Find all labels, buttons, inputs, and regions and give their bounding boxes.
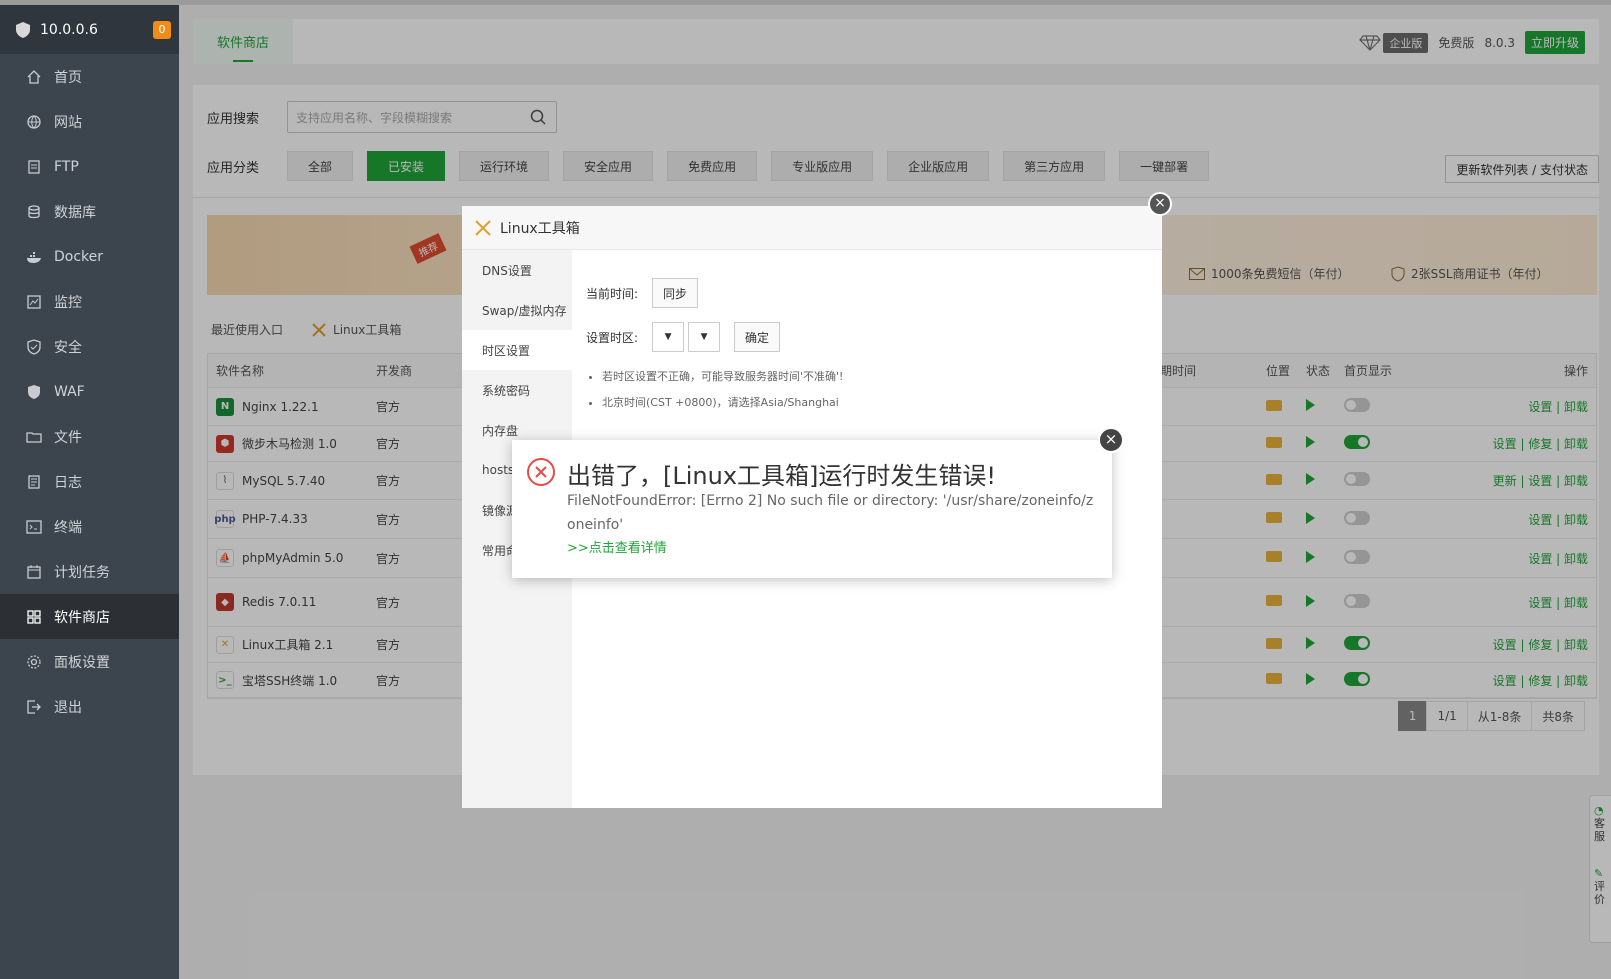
database-icon (26, 204, 42, 220)
ftp-icon (26, 159, 42, 175)
globe-icon (26, 114, 42, 130)
sidebar-item-label: 终端 (54, 519, 82, 536)
sidebar-item-shield[interactable]: 安全 (0, 324, 179, 369)
logout-icon (26, 699, 42, 715)
sync-button[interactable]: 同步 (652, 278, 699, 308)
tools-icon (475, 219, 491, 236)
sidebar-item-logout[interactable]: 退出 (0, 684, 179, 729)
error-close-button[interactable]: × (1098, 427, 1124, 453)
toolbox-menu-item[interactable]: Swap/虚拟内存 (462, 290, 572, 330)
sidebar-item-label: 计划任务 (54, 564, 110, 581)
sidebar-item-label: 退出 (54, 699, 82, 716)
sidebar-item-label: 首页 (54, 69, 82, 86)
sidebar-item-label: 软件商店 (54, 609, 110, 626)
sidebar-item-ftp[interactable]: FTP (0, 144, 179, 189)
log-icon (26, 474, 42, 490)
shield-icon (26, 338, 42, 355)
timezone-row: 设置时区: ▼ ▼ 确定 (586, 322, 1148, 352)
timezone-region-select[interactable]: ▼ (652, 322, 685, 352)
terminal-icon (26, 519, 42, 535)
gear-icon (26, 654, 42, 670)
sidebar-item-terminal[interactable]: 终端 (0, 504, 179, 549)
home-icon (26, 69, 42, 85)
sidebar-item-log[interactable]: 日志 (0, 459, 179, 504)
sidebar: 10.0.0.6 0 首页网站 FTP 数据库 Docker 监控安全 WAF 文件日志终端… (0, 5, 179, 979)
sidebar-item-label: 文件 (54, 429, 82, 446)
toolbox-close-button[interactable]: × (1148, 192, 1172, 216)
sidebar-item-waf[interactable]: WAF (0, 369, 179, 414)
sidebar-item-label: WAF (54, 383, 85, 400)
current-time-row: 当前时间: 同步 (586, 278, 1148, 308)
sidebar-item-grid[interactable]: 软件商店 (0, 594, 179, 639)
sidebar-item-label: 数据库 (54, 204, 96, 221)
sidebar-item-label: 监控 (54, 294, 82, 311)
timezone-city-select[interactable]: ▼ (688, 322, 721, 352)
sidebar-item-calendar[interactable]: 计划任务 (0, 549, 179, 594)
confirm-button[interactable]: 确定 (734, 322, 781, 352)
sidebar-item-label: 网站 (54, 114, 82, 131)
monitor-icon (26, 294, 42, 310)
notification-badge[interactable]: 0 (153, 21, 171, 39)
error-title: 出错了，[Linux工具箱]运行时发生错误! (567, 462, 997, 490)
sidebar-item-home[interactable]: 首页 (0, 54, 179, 99)
timezone-label: 设置时区: (586, 330, 639, 345)
toolbox-menu-item[interactable]: DNS设置 (462, 250, 572, 290)
sidebar-item-label: 安全 (54, 339, 82, 356)
sidebar-item-folder[interactable]: 文件 (0, 414, 179, 459)
folder-icon (26, 429, 42, 445)
grid-icon (26, 609, 42, 625)
error-dialog: × 出错了，[Linux工具箱]运行时发生错误! FileNotFoundErr… (512, 427, 1124, 578)
sidebar-item-gear[interactable]: 面板设置 (0, 639, 179, 684)
toolbox-title-bar: Linux工具箱 (462, 206, 1162, 250)
error-message: FileNotFoundError: [Errno 2] No such fil… (567, 493, 1094, 533)
timezone-notes: 若时区设置不正确，可能导致服务器时间'不准确'! 北京时间(CST +0800)… (586, 368, 1148, 410)
sidebar-item-database[interactable]: 数据库 (0, 189, 179, 234)
calendar-icon (26, 564, 42, 580)
current-time-label: 当前时间: (586, 286, 639, 301)
note-item: 北京时间(CST +0800)，请选择Asia/Shanghai (602, 394, 1148, 410)
docker-icon (26, 249, 42, 265)
error-x-icon (527, 458, 555, 486)
error-details-link[interactable]: >>点击查看详情 (567, 537, 667, 556)
server-ip: 10.0.0.6 (40, 21, 98, 38)
toolbox-menu-item[interactable]: 时区设置 (462, 330, 572, 370)
sidebar-item-label: 日志 (54, 474, 82, 491)
toolbox-title: Linux工具箱 (500, 220, 580, 237)
sidebar-item-docker[interactable]: Docker (0, 234, 179, 279)
sidebar-item-monitor[interactable]: 监控 (0, 279, 179, 324)
waf-icon (26, 384, 42, 400)
server-shield-icon (16, 21, 30, 38)
sidebar-item-globe[interactable]: 网站 (0, 99, 179, 144)
server-header[interactable]: 10.0.0.6 0 (0, 5, 179, 54)
sidebar-item-label: 面板设置 (54, 654, 110, 671)
sidebar-item-label: Docker (54, 248, 104, 265)
note-item: 若时区设置不正确，可能导致服务器时间'不准确'! (602, 368, 1148, 384)
toolbox-menu-item[interactable]: 系统密码 (462, 370, 572, 410)
sidebar-item-label: FTP (54, 158, 79, 175)
